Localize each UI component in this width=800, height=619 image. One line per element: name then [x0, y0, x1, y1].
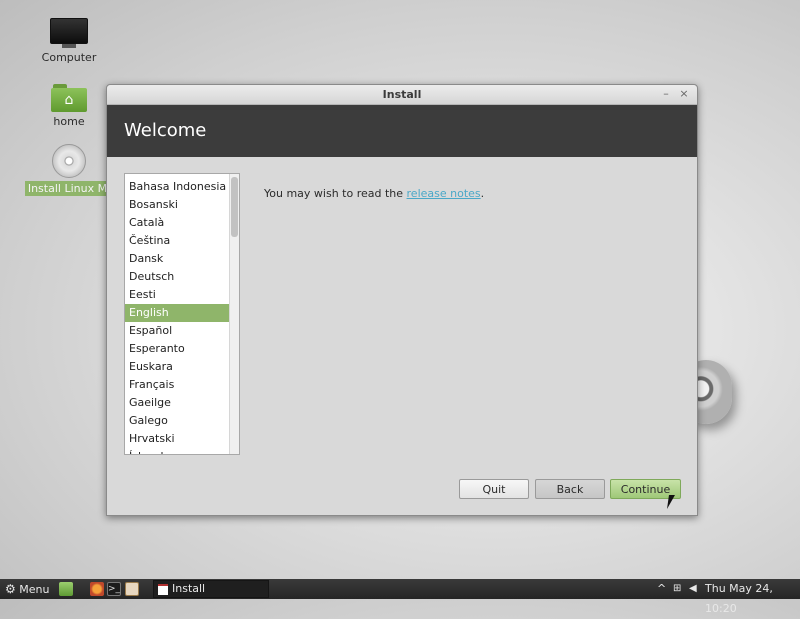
window-title: Install — [382, 88, 422, 101]
close-icon[interactable]: × — [677, 87, 691, 101]
menu-button[interactable]: ⚙ Menu — [5, 579, 49, 599]
release-notes-link[interactable]: release notes — [407, 187, 481, 200]
language-item[interactable]: Gaeilge — [125, 394, 239, 412]
language-item[interactable]: Eesti — [125, 286, 239, 304]
language-item[interactable]: Esperanto — [125, 340, 239, 358]
taskbar: ⚙ Menu >_ Install ^ ⊞ ◀ Thu May 24, 10:2… — [0, 579, 800, 615]
computer-icon — [50, 18, 88, 48]
language-item[interactable]: Français — [125, 376, 239, 394]
taskbar-task-install[interactable]: Install — [153, 580, 269, 598]
window-icon — [158, 584, 168, 595]
language-list[interactable]: Bahasa Indonesia Bosanski Català Čeština Dan… — [124, 173, 240, 455]
window-content: Bahasa Indonesia Bosanski Català Čeština Dan… — [107, 157, 697, 515]
language-item[interactable]: Bahasa Indonesia — [125, 178, 239, 196]
network-icon[interactable]: ⊞ — [673, 579, 681, 599]
language-item[interactable]: Español — [125, 322, 239, 340]
terminal-icon[interactable]: >_ — [107, 582, 121, 596]
desktop-icon-install[interactable]: Install Linux Mi — [22, 144, 116, 196]
scrollbar-thumb[interactable] — [231, 177, 238, 237]
home-folder-icon: ⌂ — [51, 84, 87, 112]
firefox-icon[interactable] — [90, 582, 104, 596]
files-icon[interactable] — [125, 582, 139, 596]
language-item[interactable]: Galego — [125, 412, 239, 430]
tray-expand-icon[interactable]: ^ — [657, 579, 666, 599]
language-item[interactable]: Čeština — [125, 232, 239, 250]
desktop-icon-label: Computer — [41, 51, 97, 64]
clock[interactable]: Thu May 24, 10:20 — [705, 579, 800, 615]
message-suffix: . — [480, 187, 485, 200]
volume-icon[interactable]: ◀ — [689, 579, 697, 599]
desktop-icon-label: Install Linux Mi — [24, 181, 114, 196]
desktop-icon-home[interactable]: ⌂ home — [22, 84, 116, 128]
task-label: Install — [172, 582, 206, 595]
show-desktop-icon[interactable] — [59, 582, 73, 596]
language-item[interactable]: Bosanski — [125, 196, 239, 214]
quit-button[interactable]: Quit — [459, 479, 529, 499]
gear-icon: ⚙ — [5, 582, 16, 596]
language-item[interactable]: Hrvatski — [125, 430, 239, 448]
back-button[interactable]: Back — [535, 479, 605, 499]
disc-icon — [52, 144, 86, 178]
welcome-message: You may wish to read the release notes. — [264, 187, 484, 200]
window-titlebar[interactable]: Install – × — [107, 85, 697, 105]
language-item[interactable]: Íslenska — [125, 448, 239, 454]
language-item[interactable]: Euskara — [125, 358, 239, 376]
desktop-icon-computer[interactable]: Computer — [22, 18, 116, 64]
page-title: Welcome — [107, 105, 697, 157]
install-window: Install – × Welcome Bahasa Indonesia Bosa… — [106, 84, 698, 516]
language-item[interactable]: Deutsch — [125, 268, 239, 286]
language-item[interactable]: Dansk — [125, 250, 239, 268]
desktop-icon-label: home — [53, 115, 85, 128]
language-list-scrollbar[interactable] — [229, 174, 239, 454]
menu-label: Menu — [19, 583, 50, 596]
minimize-icon[interactable]: – — [659, 87, 673, 101]
message-text: You may wish to read the — [264, 187, 407, 200]
language-item[interactable]: Català — [125, 214, 239, 232]
language-item[interactable]: English — [125, 304, 239, 322]
